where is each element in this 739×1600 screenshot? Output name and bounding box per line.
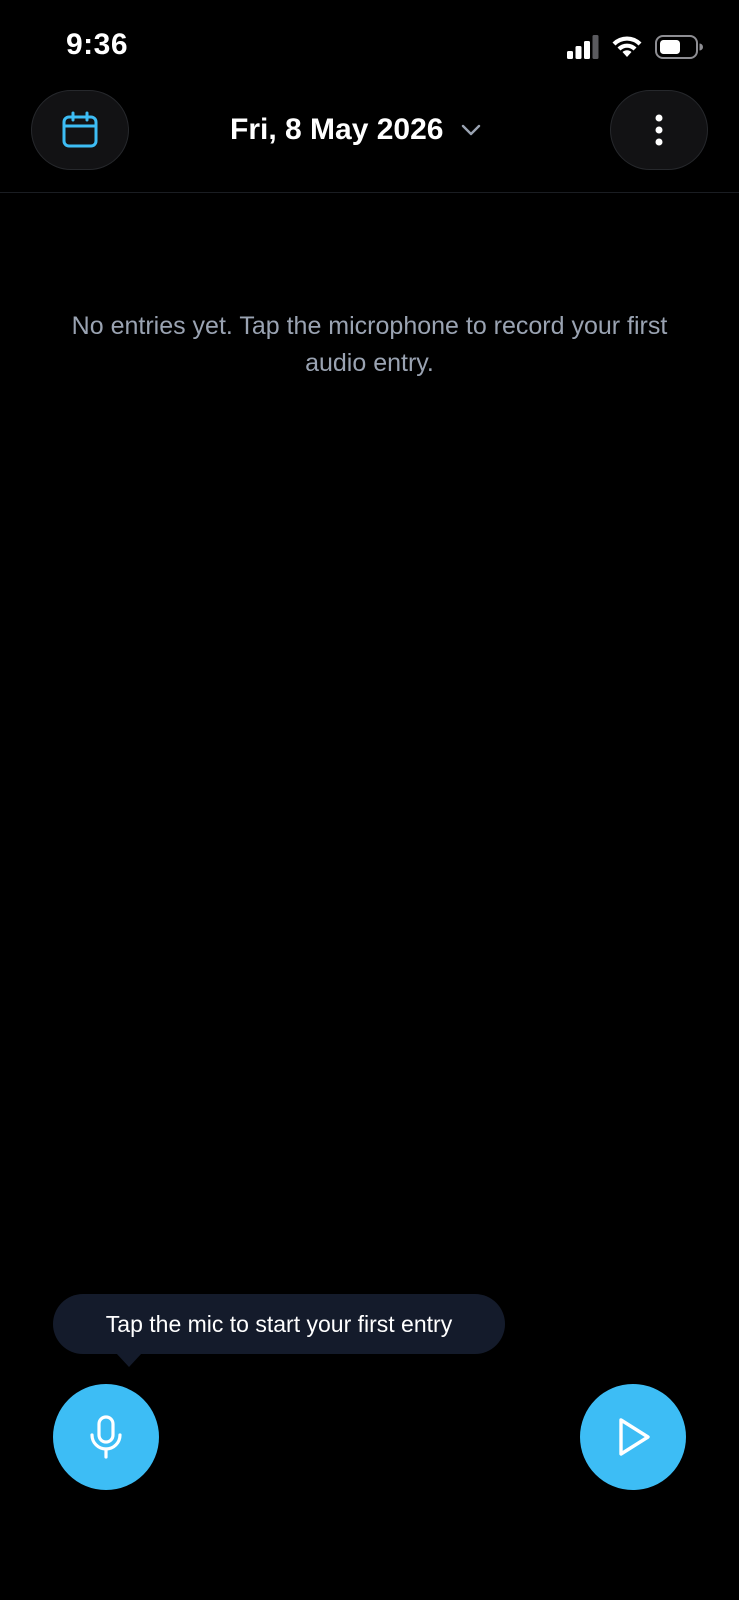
microphone-icon [90,1415,122,1459]
signal-icon [567,35,599,59]
date-selector[interactable]: Fri, 8 May 2026 [230,108,481,152]
empty-state-message: No entries yet. Tap the microphone to re… [71,312,668,377]
calendar-button[interactable] [31,90,129,170]
record-button[interactable] [53,1384,159,1490]
tooltip-text: Tap the mic to start your first entry [105,1310,453,1337]
tooltip-arrow [116,1353,142,1367]
status-icons [567,34,703,60]
onboarding-tooltip: Tap the mic to start your first entry [53,1294,505,1354]
play-icon [619,1418,650,1456]
calendar-icon [62,111,98,148]
current-date: Fri, 8 May 2026 [230,113,444,146]
status-time: 9:36 [66,28,129,61]
play-button[interactable] [580,1384,686,1490]
status-bar: 9:36 [0,0,739,90]
wifi-icon [612,36,642,57]
more-vertical-icon [655,114,663,146]
chevron-down-icon [462,124,481,136]
app-header: Fri, 8 May 2026 [0,88,739,193]
more-options-button[interactable] [610,90,708,170]
battery-icon [655,35,703,59]
